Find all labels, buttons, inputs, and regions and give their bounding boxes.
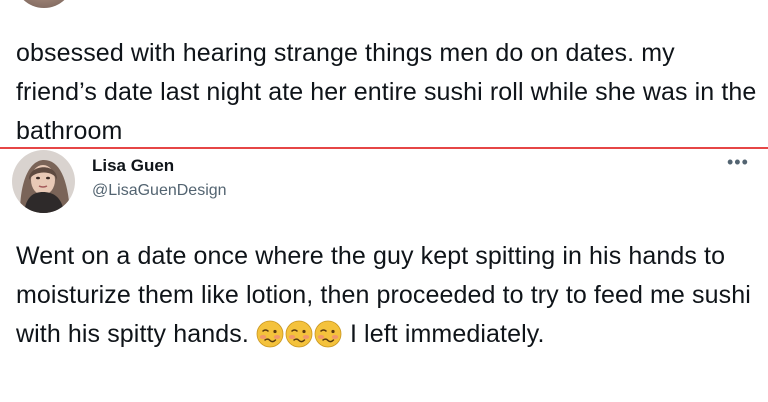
- more-options-button[interactable]: •••: [727, 152, 749, 172]
- woozy-face-icon: [256, 320, 284, 360]
- tweet-text-tail: I left immediately.: [342, 320, 545, 348]
- woozy-face-icon: [285, 320, 313, 360]
- red-divider-line: [0, 147, 768, 149]
- tweet-text: obsessed with hearing strange things men…: [16, 39, 757, 145]
- previous-author-avatar[interactable]: [14, 0, 74, 8]
- woozy-face-icon: [314, 320, 342, 360]
- profile-photo-icon: [12, 150, 75, 213]
- user-handle[interactable]: @LisaGuenDesign: [92, 182, 227, 200]
- more-horizontal-icon: •••: [727, 152, 749, 172]
- avatar[interactable]: [12, 150, 75, 213]
- tweet-text: Went on a date once where the guy kept s…: [16, 237, 764, 360]
- emoji-group: [256, 320, 343, 348]
- display-name[interactable]: Lisa Guen: [92, 156, 174, 176]
